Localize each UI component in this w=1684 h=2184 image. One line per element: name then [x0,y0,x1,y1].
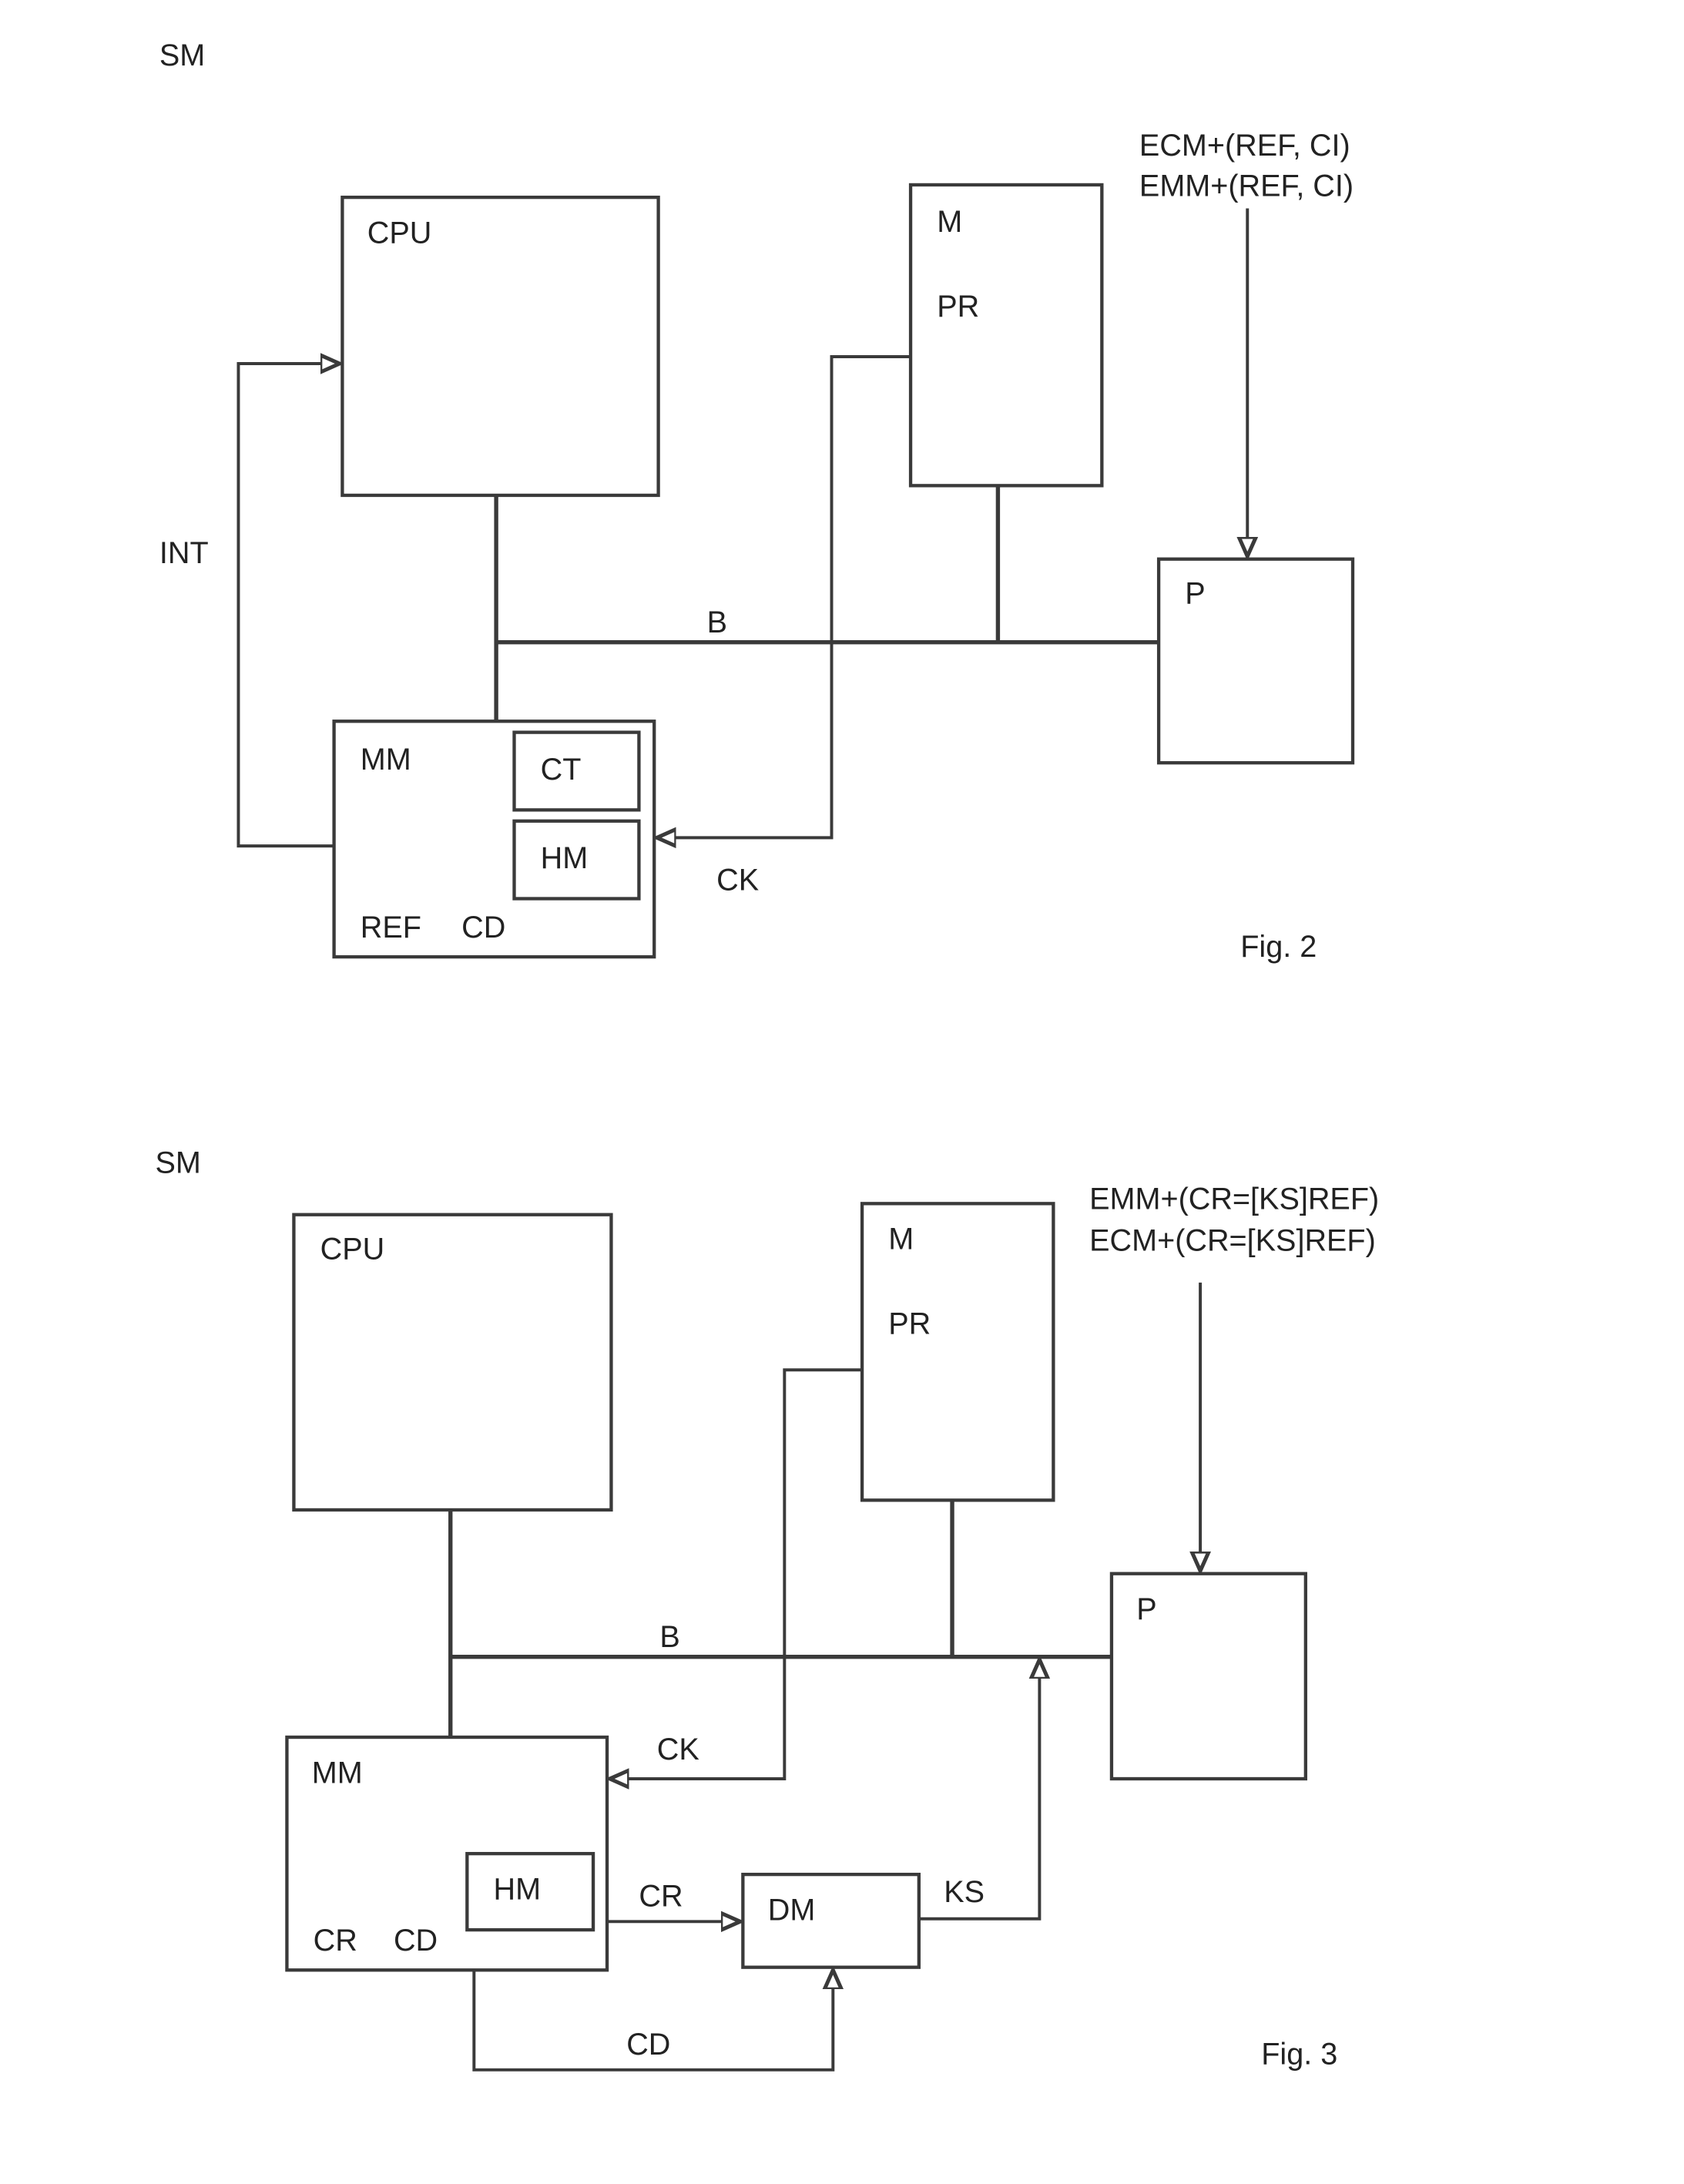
fig2-bus-label: B [707,606,727,639]
fig3-mm-block: MM HM CR CD [285,1735,609,1972]
fig2-program-label: PR [937,290,979,324]
fig2-clock-arrow [657,355,911,837]
fig2-interrupt-label: INT [159,536,209,570]
fig3-clock-arrow [610,1368,863,1779]
fig3-memory-label: M [888,1223,914,1256]
fig3-hm-label: HM [494,1873,542,1907]
fig2-system-label: SM [159,39,205,72]
fig3-cr-label: CR [314,1924,357,1958]
fig3-processor-block: P [1109,1572,1307,1781]
fig3-cr-arrow-label: CR [639,1880,683,1914]
fig3-memory-block: M PR [860,1202,1055,1502]
fig2-cpu-label: CPU [367,216,432,250]
fig2-interrupt-arrow [236,364,339,848]
fig2-cpu-block: CPU [340,195,660,498]
fig3-input-message-2: ECM+(CR=[KS]REF) [1089,1224,1376,1258]
fig3-bus-label: B [659,1620,679,1654]
fig2-mm-label: MM [361,743,411,777]
fig3-input-message-1: EMM+(CR=[KS]REF) [1089,1183,1379,1216]
fig3-processor-label: P [1136,1592,1156,1626]
fig2-processor-block: P [1156,557,1355,765]
fig2-hm-label: HM [541,841,589,875]
fig2-clock-label: CK [716,864,759,897]
fig2-ct-label: CT [541,753,582,787]
fig3-caption: Fig. 3 [1261,2038,1337,2072]
fig2-caption: Fig. 2 [1240,930,1317,964]
fig2-cd-label: CD [461,911,505,944]
fig2-mm-block: MM CT HM REF CD [332,720,656,959]
figure-3: SM CPU M PR EMM+(CR=[KS]REF) ECM+(CR=[KS… [156,1146,1379,2072]
fig3-ks-label: KS [944,1875,985,1909]
fig3-cpu-block: CPU [292,1213,613,1512]
patent-drawing-sheet: SM CPU M PR ECM+(REF, CI) EMM+(REF, CI) … [156,39,1379,2072]
fig3-clock-label: CK [657,1733,699,1766]
fig3-dm-label: DM [768,1894,816,1927]
fig3-program-label: PR [888,1307,931,1340]
figure-2: SM CPU M PR ECM+(REF, CI) EMM+(REF, CI) … [159,39,1355,964]
fig3-cd-arrow-label: CD [626,2028,670,2062]
fig2-processor-label: P [1185,576,1205,610]
fig2-input-message-2: EMM+(REF, CI) [1139,169,1354,203]
fig2-memory-label: M [937,205,962,239]
fig3-mm-label: MM [312,1756,363,1790]
fig2-memory-block: M PR [908,183,1104,488]
fig2-input-message-1: ECM+(REF, CI) [1139,129,1350,163]
fig2-ref-label: REF [361,911,421,944]
fig3-cpu-label: CPU [320,1232,385,1266]
fig3-system-label: SM [156,1146,201,1180]
fig3-cd-label: CD [394,1924,438,1958]
fig3-dm-block: DM [741,1872,921,1969]
